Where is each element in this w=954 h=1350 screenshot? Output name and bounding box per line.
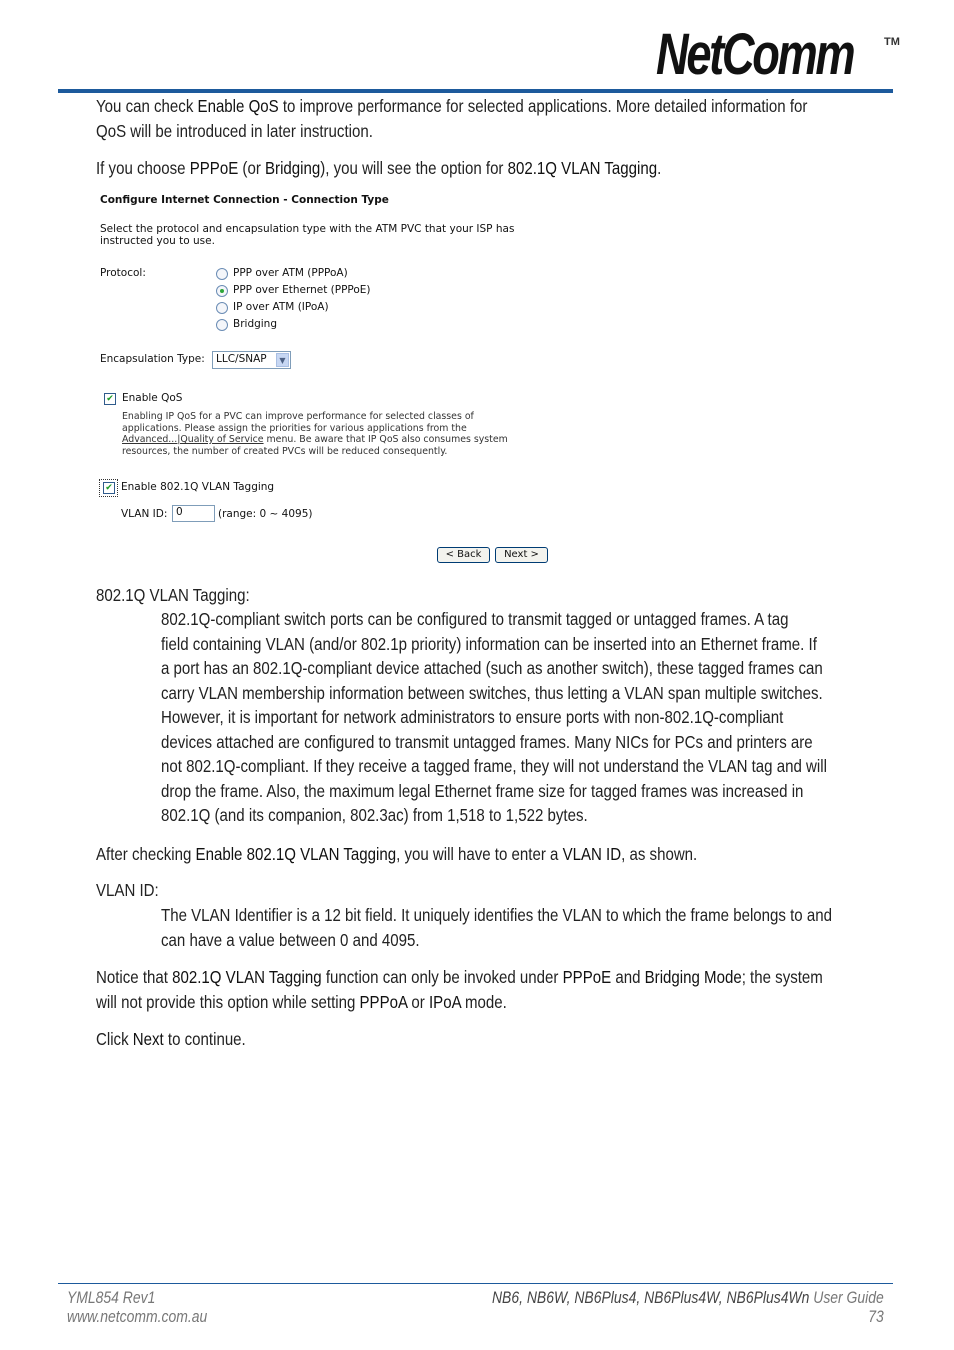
chevron-down-icon[interactable]: ▼ (276, 353, 289, 367)
enable-qos-checkbox[interactable]: ✔ (104, 393, 116, 405)
guide-label: User Guide (809, 1288, 884, 1307)
doc-id: YML854 Rev1 (67, 1288, 156, 1307)
radio-ipoa-label[interactable]: IP over ATM (IPoA) (233, 301, 329, 313)
protocol-label: Protocol: (100, 267, 146, 279)
intro-qos-paragraph: You can check Enable QoS to improve perf… (96, 96, 808, 141)
intro-pppoe-paragraph: If you choose PPPoE (or Bridging), you w… (96, 158, 662, 178)
enable-vlan-tagging-checkbox[interactable]: ✔ (103, 482, 115, 494)
netcomm-logo: NetComm TM (656, 22, 900, 87)
after-checking-paragraph: After checking Enable 802.1Q VLAN Taggin… (96, 844, 698, 864)
notice-paragraph: Notice that 802.1Q VLAN Tagging function… (96, 967, 823, 1012)
radio-bridging-label[interactable]: Bridging (233, 318, 277, 330)
radio-pppoe-label[interactable]: PPP over Ethernet (PPPoE) (233, 284, 371, 296)
radio-pppoa[interactable] (216, 268, 228, 280)
header-rule (58, 89, 893, 93)
footer-left: YML854 Rev1 www.netcomm.com.au (67, 1288, 207, 1326)
enable-qos-label[interactable]: Enable QoS (122, 392, 182, 404)
radio-pppoe[interactable] (216, 285, 228, 297)
encapsulation-label: Encapsulation Type: (100, 353, 205, 365)
encapsulation-select[interactable]: LLC/SNAP ▼ (212, 351, 291, 369)
vlan-tagging-heading: 802.1Q VLAN Tagging: (96, 585, 250, 605)
enable-vlan-tagging-label[interactable]: Enable 802.1Q VLAN Tagging (121, 481, 274, 493)
click-next-paragraph: Click Next to continue. (96, 1029, 246, 1049)
ui-title: Configure Internet Connection - Connecti… (100, 194, 389, 206)
footer-rule (58, 1283, 893, 1284)
back-button[interactable]: < Back (437, 547, 490, 563)
vlan-id-body: The VLAN Identifier is a 12 bit field. I… (161, 905, 832, 950)
qos-settings-link[interactable]: Advanced...|Quality of Service (122, 434, 264, 445)
model-list: NB6, NB6W, NB6Plus4, NB6Plus4W, NB6Plus4… (492, 1288, 810, 1307)
encapsulation-value: LLC/SNAP (216, 353, 267, 365)
page-number: 73 (868, 1307, 884, 1326)
radio-ipoa[interactable] (216, 302, 228, 314)
vlan-id-label: VLAN ID: (121, 508, 168, 520)
vlan-range-hint: (range: 0 ~ 4095) (218, 508, 313, 520)
next-button[interactable]: Next > (495, 547, 548, 563)
website: www.netcomm.com.au (67, 1307, 208, 1326)
logo-text: NetComm (656, 22, 856, 87)
vlan-tagging-body: 802.1Q-compliant switch ports can be con… (161, 609, 827, 825)
vlan-id-input[interactable]: 0 (172, 505, 215, 522)
ui-instruction: Select the protocol and encapsulation ty… (100, 223, 515, 247)
connection-type-screenshot: Configure Internet Connection - Connecti… (96, 190, 556, 570)
radio-bridging[interactable] (216, 319, 228, 331)
radio-pppoa-label[interactable]: PPP over ATM (PPPoA) (233, 267, 348, 279)
vlan-id-heading: VLAN ID: (96, 880, 159, 900)
footer-right: NB6, NB6W, NB6Plus4, NB6Plus4W, NB6Plus4… (492, 1288, 884, 1326)
qos-description: Enabling IP QoS for a PVC can improve pe… (122, 411, 508, 457)
trademark: TM (884, 36, 900, 48)
